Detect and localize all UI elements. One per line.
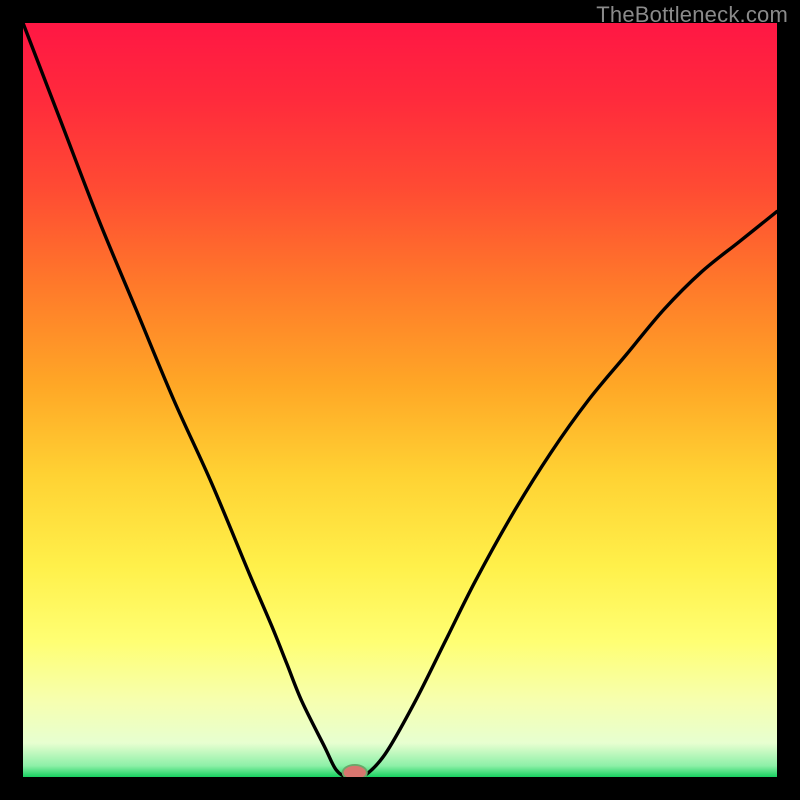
plot-area [23, 23, 777, 777]
chart-frame: TheBottleneck.com [0, 0, 800, 800]
bottleneck-chart [23, 23, 777, 777]
gradient-background [23, 23, 777, 777]
optimum-marker [343, 765, 367, 777]
